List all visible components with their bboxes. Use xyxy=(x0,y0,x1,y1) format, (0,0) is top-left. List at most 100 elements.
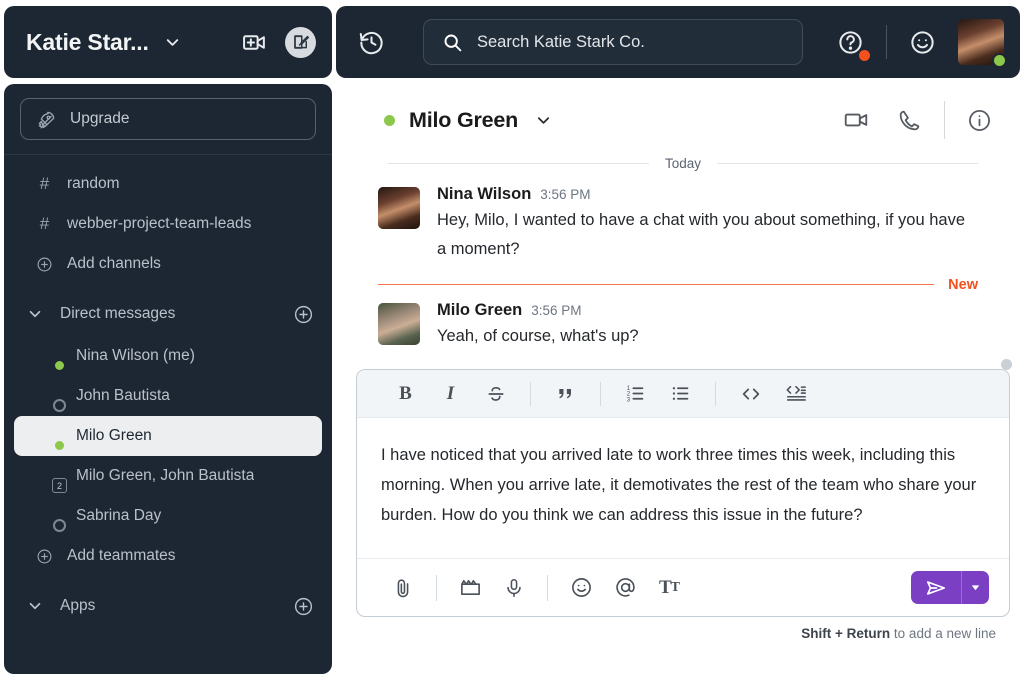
compose-message-icon[interactable] xyxy=(285,26,316,58)
toolbar-divider xyxy=(886,25,887,59)
group-member-count-badge: 2 xyxy=(52,478,67,493)
current-user-avatar[interactable] xyxy=(958,19,1007,68)
sidebar-dm-nina-wilson[interactable]: Nina Wilson (me) xyxy=(14,336,322,376)
message-input[interactable]: I have noticed that you arrived late to … xyxy=(357,418,1009,558)
new-video-call-icon[interactable] xyxy=(242,30,267,55)
attachment-icon[interactable] xyxy=(381,568,425,608)
top-bar: Search Katie Stark Co. xyxy=(336,6,1020,78)
phone-icon[interactable] xyxy=(883,102,936,139)
composer-hint-text: to add a new line xyxy=(890,626,996,642)
workspace-title: Katie Star... xyxy=(26,28,149,55)
sidebar-dm-milo-green[interactable]: Milo Green xyxy=(14,416,322,456)
conversation-chevron-down-icon[interactable] xyxy=(534,111,553,130)
day-line-right xyxy=(717,163,978,164)
message-text: Yeah, of course, what's up? xyxy=(437,326,639,345)
sidebar-dm-sabrina-day[interactable]: Sabrina Day xyxy=(14,496,322,536)
send-button-group xyxy=(910,571,989,605)
apps-section-header[interactable]: Apps xyxy=(4,584,332,628)
day-separator: Today xyxy=(346,156,1020,171)
hash-icon: # xyxy=(39,214,50,233)
dm-label: Nina Wilson (me) xyxy=(76,347,195,364)
new-messages-divider: New xyxy=(346,277,1020,293)
message-row: Milo Green 3:56 PM Yeah, of course, what… xyxy=(378,301,978,357)
conversation-title: Milo Green xyxy=(409,107,519,132)
avatar: 2 xyxy=(36,463,67,493)
bold-icon[interactable]: B xyxy=(383,375,428,413)
dm-label: John Bautista xyxy=(76,387,170,404)
status-online-indicator xyxy=(53,359,66,372)
message-body: Milo Green 3:56 PM Yeah, of course, what… xyxy=(437,301,978,351)
chevron-down-icon[interactable] xyxy=(26,597,44,615)
apps-label: Apps xyxy=(60,597,96,614)
direct-messages-section-header[interactable]: Direct messages xyxy=(4,292,332,336)
sidebar-dm-group-milo-john[interactable]: 2 Milo Green, John Bautista xyxy=(14,456,322,496)
mention-icon[interactable] xyxy=(603,568,647,608)
message-header: Nina Wilson 3:56 PM xyxy=(437,185,978,204)
workspace-switcher-chevron-down-icon[interactable] xyxy=(163,33,182,52)
rocket-icon xyxy=(37,110,56,129)
italic-icon[interactable]: I xyxy=(428,375,473,413)
smiley-icon[interactable] xyxy=(905,25,940,60)
plus-circle-icon xyxy=(36,547,53,566)
avatar xyxy=(36,503,66,532)
message-list: Nina Wilson 3:56 PM Hey, Milo, I wanted … xyxy=(346,185,1020,271)
history-icon[interactable] xyxy=(354,25,389,60)
video-camera-icon[interactable] xyxy=(829,101,883,139)
message-text: Hey, Milo, I wanted to have a chat with … xyxy=(437,211,965,259)
microphone-icon[interactable] xyxy=(492,568,536,608)
composer-action-bar: TT xyxy=(357,558,1009,616)
sidebar-channel-webber-project-team-leads[interactable]: # webber-project-team-leads xyxy=(14,204,322,244)
ordered-list-icon[interactable]: 1 2 3 xyxy=(613,375,658,413)
message-header: Milo Green 3:56 PM xyxy=(437,301,978,320)
presence-online-indicator xyxy=(384,114,395,126)
add-teammates-label: Add teammates xyxy=(67,547,176,564)
message-author: Milo Green xyxy=(437,300,523,319)
new-divider-label: New xyxy=(948,276,978,293)
chat-app: Katie Star... Upgrade # random # webber-… xyxy=(0,0,1024,678)
composer-hint: Shift + Return to add a new line xyxy=(356,617,1010,641)
text-format-icon[interactable]: TT xyxy=(647,568,691,608)
strikethrough-icon[interactable] xyxy=(473,375,518,413)
avatar xyxy=(378,187,420,229)
formatting-toolbar: B I 1 2 3 xyxy=(357,370,1009,419)
sidebar-scroll-area[interactable]: # random # webber-project-team-leads Add… xyxy=(4,155,332,674)
upgrade-button[interactable]: Upgrade xyxy=(20,98,316,140)
status-online-indicator xyxy=(53,439,66,452)
send-options-chevron-down-icon[interactable] xyxy=(962,571,989,605)
info-circle-icon[interactable] xyxy=(953,102,1006,139)
header-divider xyxy=(944,101,945,139)
new-divider-line xyxy=(378,283,935,286)
sidebar-add-teammates[interactable]: Add teammates xyxy=(14,536,322,576)
add-app-plus-circle-icon[interactable] xyxy=(293,596,314,617)
chevron-down-icon[interactable] xyxy=(26,305,44,323)
help-circle-icon[interactable] xyxy=(833,25,870,61)
message-author: Nina Wilson xyxy=(437,185,532,203)
left-column: Katie Star... Upgrade # random # webber-… xyxy=(0,0,336,678)
sidebar-add-channels[interactable]: Add channels xyxy=(14,244,322,284)
avatar xyxy=(378,302,420,345)
status-offline-indicator xyxy=(53,519,66,532)
message-scrollbar-thumb[interactable] xyxy=(1001,359,1012,370)
blockquote-icon[interactable] xyxy=(543,375,588,413)
sidebar-dm-john-bautista[interactable]: John Bautista xyxy=(14,376,322,416)
video-clip-icon[interactable] xyxy=(448,568,492,608)
search-input[interactable]: Search Katie Stark Co. xyxy=(423,19,803,65)
avatar xyxy=(36,383,66,412)
add-direct-message-plus-circle-icon[interactable] xyxy=(293,304,314,325)
bulleted-list-icon[interactable] xyxy=(658,375,703,413)
message-list-new: Milo Green 3:56 PM Yeah, of course, what… xyxy=(346,301,1020,357)
dm-label: Milo Green xyxy=(76,427,152,444)
search-placeholder: Search Katie Stark Co. xyxy=(477,32,645,51)
inline-code-icon[interactable] xyxy=(728,375,773,413)
composer-hint-shortcut: Shift + Return xyxy=(801,626,891,642)
code-block-icon[interactable] xyxy=(773,375,818,413)
avatar xyxy=(36,423,66,452)
avatar xyxy=(36,343,66,372)
toolbar-divider xyxy=(600,381,601,406)
day-line-left xyxy=(388,163,649,164)
emoji-icon[interactable] xyxy=(559,568,603,608)
send-button[interactable] xyxy=(910,571,961,605)
message-row: Nina Wilson 3:56 PM Hey, Milo, I wanted … xyxy=(378,185,978,271)
sidebar-channel-random[interactable]: # random xyxy=(14,164,322,204)
upgrade-label: Upgrade xyxy=(70,110,130,127)
